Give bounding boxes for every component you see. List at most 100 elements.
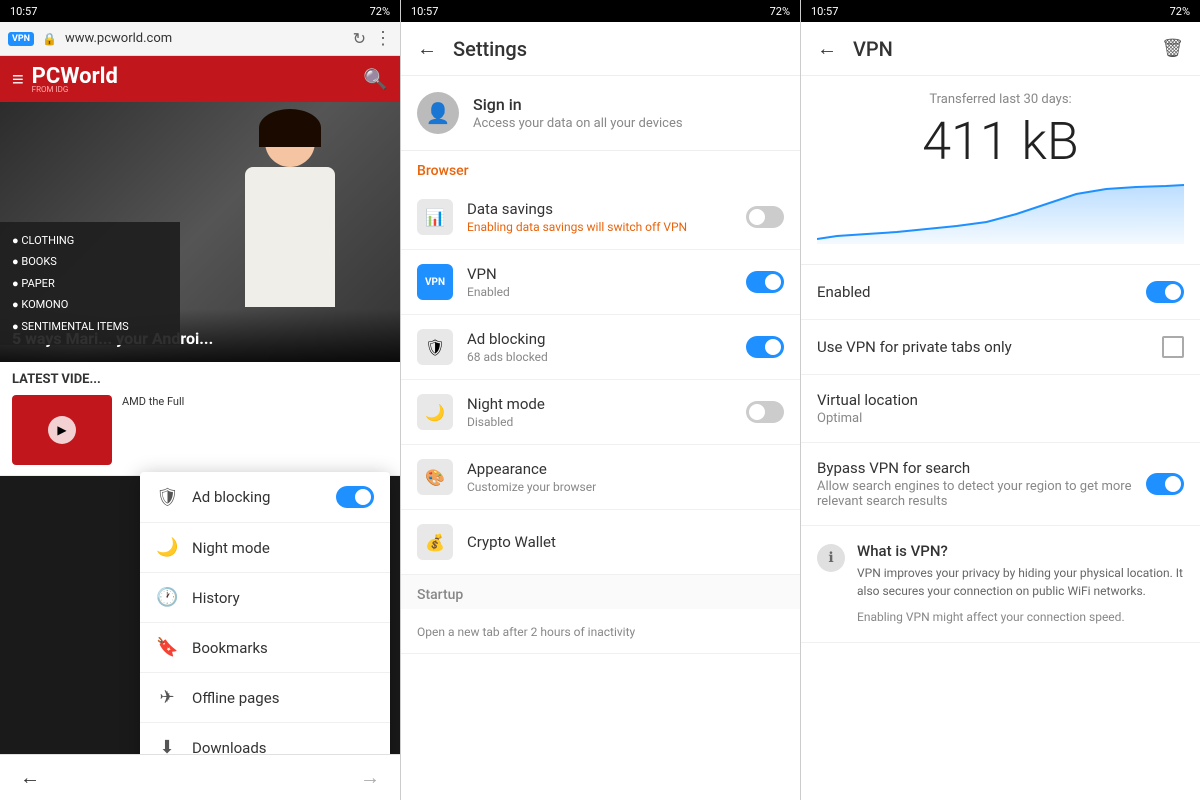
vpn-info-content: What is VPN? VPN improves your privacy b… <box>857 542 1184 626</box>
list-overlay: ● CLOTHING ● BOOKS ● PAPER ● KOMONO ● SE… <box>0 222 180 345</box>
browser-content-area: ● CLOTHING ● BOOKS ● PAPER ● KOMONO ● SE… <box>0 102 400 754</box>
person-body <box>245 167 335 307</box>
downloads-icon: ⬇ <box>156 737 178 754</box>
vpn-bypass-text: Bypass VPN for search Allow search engin… <box>817 459 1134 509</box>
signin-text: Sign in Access your data on all your dev… <box>473 95 683 131</box>
popup-item-nightmode[interactable]: 🌙 Night mode <box>140 523 390 573</box>
hamburger-icon[interactable]: ≡ <box>12 67 24 92</box>
vpn-sub: Enabled <box>467 285 732 299</box>
list-item-sentimental: ● SENTIMENTAL ITEMS <box>0 316 180 337</box>
play-button[interactable]: ▶ <box>48 416 76 444</box>
vpn-location-row[interactable]: Virtual location Optimal <box>801 375 1200 443</box>
url-text[interactable]: www.pcworld.com <box>65 31 345 46</box>
adblocking-toggle[interactable] <box>746 336 784 358</box>
vpn-badge[interactable]: VPN <box>8 32 34 46</box>
settings-item-vpn[interactable]: VPN VPN Enabled <box>401 250 800 315</box>
popup-item-bookmarks[interactable]: 🔖 Bookmarks <box>140 623 390 673</box>
transferred-value: 411 kB <box>817 111 1184 172</box>
offline-label: Offline pages <box>192 689 374 707</box>
startup-sub: Open a new tab after 2 hours of inactivi… <box>417 625 784 639</box>
vpn-text: VPN Enabled <box>467 265 732 299</box>
settings-header: ← Settings <box>401 22 800 76</box>
vpn-enabled-title: Enabled <box>817 283 1134 301</box>
browser-menu-button[interactable]: ⋮ <box>374 28 392 49</box>
list-item-komono: ● KOMONO <box>0 294 180 315</box>
bookmarks-icon: 🔖 <box>156 637 178 658</box>
forward-nav-button[interactable]: → <box>360 765 380 790</box>
popup-item-offline[interactable]: ✈ Offline pages <box>140 673 390 723</box>
datasavings-sub: Enabling data savings will switch off VP… <box>467 220 732 234</box>
settings-item-nightmode[interactable]: 🌙 Night mode Disabled <box>401 380 800 445</box>
startup-section-label: Startup <box>401 575 800 609</box>
datasavings-icon: 📊 <box>417 199 453 235</box>
settings-item-adblocking[interactable]: 🛡 Ad blocking 68 ads blocked <box>401 315 800 380</box>
vpn-bypass-row[interactable]: Bypass VPN for search Allow search engin… <box>801 443 1200 526</box>
settings-item-appearance[interactable]: 🎨 Appearance Customize your browser <box>401 445 800 510</box>
popup-item-downloads[interactable]: ⬇ Downloads <box>140 723 390 754</box>
crypto-icon: 💰 <box>417 524 453 560</box>
settings-item-crypto[interactable]: 💰 Crypto Wallet <box>401 510 800 575</box>
appearance-sub: Customize your browser <box>467 480 784 494</box>
datasavings-title: Data savings <box>467 200 732 218</box>
nightmode-sub: Disabled <box>467 415 732 429</box>
battery-1: 72% <box>370 5 390 18</box>
offline-icon: ✈ <box>156 687 178 708</box>
status-icons-2: 72% <box>770 5 790 18</box>
nightmode-label: Night mode <box>192 539 374 557</box>
vpn-location-title: Virtual location <box>817 391 1184 409</box>
popup-item-history[interactable]: 🕐 History <box>140 573 390 623</box>
status-bar-3: 10:57 72% <box>801 0 1200 22</box>
history-icon: 🕐 <box>156 587 178 608</box>
vpn-trash-button[interactable]: 🗑 <box>1161 38 1184 59</box>
avatar: 👤 <box>417 92 459 134</box>
vpn-enabled-toggle[interactable] <box>1146 281 1184 303</box>
time-3: 10:57 <box>811 5 838 18</box>
list-item-books: ● BOOKS <box>0 251 180 272</box>
popup-item-adblocking[interactable]: 🛡 Ad blocking <box>140 472 390 523</box>
settings-item-datasavings[interactable]: 📊 Data savings Enabling data savings wil… <box>401 185 800 250</box>
appearance-icon: 🎨 <box>417 459 453 495</box>
vpn-toggle[interactable] <box>746 271 784 293</box>
info-icon: ℹ <box>817 544 845 572</box>
video-thumbnail[interactable]: ▶ <box>12 395 112 465</box>
adblocking-title: Ad blocking <box>467 330 732 348</box>
settings-item-startup[interactable]: Open a new tab after 2 hours of inactivi… <box>401 609 800 654</box>
vpn-back-button[interactable]: ← <box>817 36 837 61</box>
private-tabs-checkbox[interactable] <box>1162 336 1184 358</box>
signin-row[interactable]: 👤 Sign in Access your data on all your d… <box>401 76 800 151</box>
vpn-info-body: VPN improves your privacy by hiding your… <box>857 564 1184 600</box>
person-hair <box>259 109 321 147</box>
vpn-title: VPN <box>467 265 732 283</box>
crypto-text: Crypto Wallet <box>467 533 784 551</box>
settings-back-button[interactable]: ← <box>417 36 437 61</box>
reload-button[interactable]: ↻ <box>353 29 366 48</box>
back-nav-button[interactable]: ← <box>20 765 40 790</box>
vpn-enabled-row[interactable]: Enabled <box>801 265 1200 320</box>
crypto-title: Crypto Wallet <box>467 533 784 551</box>
browser-header: ≡ PCWorld FROM IDG 🔍 <box>0 56 400 102</box>
browser-nav: ← → <box>0 754 400 800</box>
nightmode-title: Night mode <box>467 395 732 413</box>
battery-3: 72% <box>1170 5 1190 18</box>
datasavings-toggle[interactable] <box>746 206 784 228</box>
logo-container: PCWorld FROM IDG <box>32 64 118 94</box>
bookmarks-label: Bookmarks <box>192 639 374 657</box>
vpn-bypass-title: Bypass VPN for search <box>817 459 1134 477</box>
search-icon[interactable]: 🔍 <box>363 67 388 91</box>
hero-image: ● CLOTHING ● BOOKS ● PAPER ● KOMONO ● SE… <box>0 102 400 362</box>
person-figure <box>230 117 350 337</box>
nightmode-text: Night mode Disabled <box>467 395 732 429</box>
nightmode-settings-icon: 🌙 <box>417 394 453 430</box>
nightmode-toggle[interactable] <box>746 401 784 423</box>
appearance-title: Appearance <box>467 460 784 478</box>
status-bar-2: 10:57 72% <box>401 0 800 22</box>
adblocking-sub: 68 ads blocked <box>467 350 732 364</box>
vpn-bypass-sub: Allow search engines to detect your regi… <box>817 479 1134 509</box>
vpn-bypass-toggle[interactable] <box>1146 473 1184 495</box>
latest-label: LATEST VIDE... <box>12 372 388 387</box>
adblock-toggle[interactable] <box>336 486 374 508</box>
startup-text: Open a new tab after 2 hours of inactivi… <box>417 623 784 639</box>
vpn-location-sub: Optimal <box>817 411 1184 426</box>
list-item-paper: ● PAPER <box>0 273 180 294</box>
vpn-private-row[interactable]: Use VPN for private tabs only <box>801 320 1200 375</box>
